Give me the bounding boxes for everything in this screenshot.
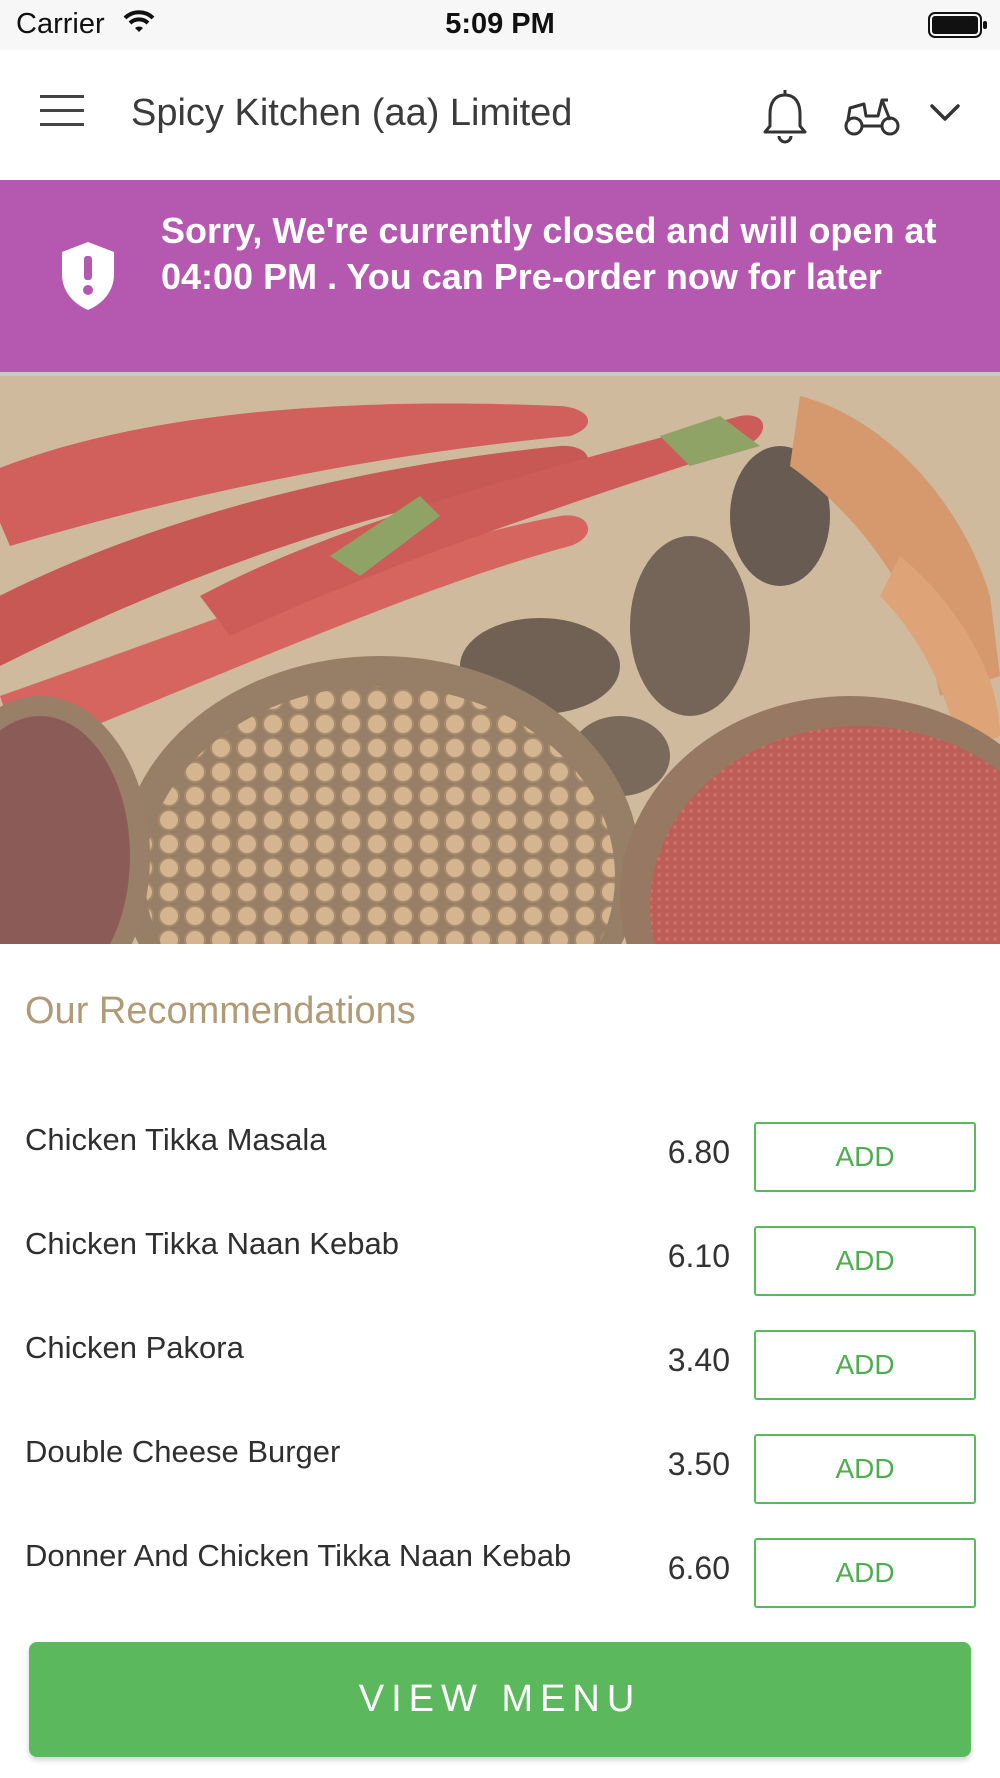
item-price: 6.10 [667, 1238, 730, 1274]
clock: 5:09 PM [445, 8, 555, 40]
app-header: Spicy Kitchen (aa) Limited [0, 50, 1000, 180]
item-price: 3.50 [667, 1446, 730, 1482]
list-item: Chicken Pakora 3.40 ADD [0, 1318, 1000, 1422]
item-name: Chicken Tikka Naan Kebab [25, 1226, 399, 1261]
add-button[interactable]: ADD [754, 1434, 976, 1504]
add-button[interactable]: ADD [754, 1538, 976, 1608]
restaurant-title: Spicy Kitchen (aa) Limited [131, 92, 573, 134]
add-button[interactable]: ADD [754, 1330, 976, 1400]
item-name: Double Cheese Burger [25, 1434, 341, 1469]
status-bar: Carrier 5:09 PM [0, 0, 1000, 50]
item-name: Chicken Tikka Masala [25, 1122, 327, 1157]
view-menu-button[interactable]: VIEW MENU [29, 1642, 971, 1757]
closed-message: Sorry, We're currently closed and will o… [161, 210, 937, 297]
item-price: 6.60 [667, 1550, 730, 1586]
list-item: Chicken Tikka Naan Kebab 6.10 ADD [0, 1214, 1000, 1318]
item-name: Donner And Chicken Tikka Naan Kebab [25, 1538, 572, 1573]
recommendations-title: Our Recommendations [25, 990, 416, 1032]
closed-banner: Sorry, We're currently closed and will o… [0, 180, 1000, 376]
item-price: 6.80 [667, 1134, 730, 1170]
item-price: 3.40 [667, 1342, 730, 1378]
chevron-down-icon[interactable] [928, 102, 962, 129]
battery-icon [928, 11, 988, 44]
hamburger-icon[interactable] [40, 95, 90, 135]
add-button[interactable]: ADD [754, 1226, 976, 1296]
item-name: Chicken Pakora [25, 1330, 244, 1365]
add-button[interactable]: ADD [754, 1122, 976, 1192]
hero-image [0, 376, 1000, 944]
list-item: Chicken Tikka Masala 6.80 ADD [0, 1110, 1000, 1214]
list-item: Double Cheese Burger 3.50 ADD [0, 1422, 1000, 1526]
bell-icon[interactable] [760, 88, 810, 149]
shield-alert-icon [60, 240, 116, 317]
list-item: Donner And Chicken Tikka Naan Kebab 6.60… [0, 1526, 1000, 1630]
scooter-icon[interactable] [842, 90, 902, 145]
